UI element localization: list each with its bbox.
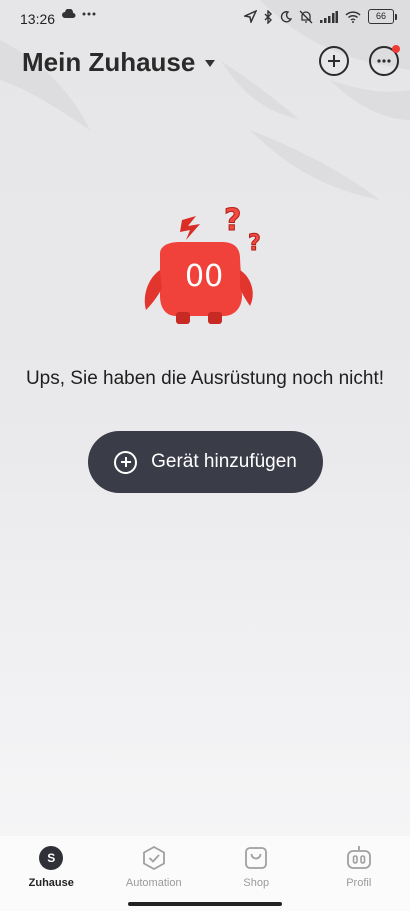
tab-zuhause[interactable]: S Zuhause: [0, 836, 103, 911]
add-device-button[interactable]: Gerät hinzufügen: [88, 431, 323, 493]
svg-text:?: ?: [248, 231, 261, 256]
status-time: 13:26: [20, 11, 56, 27]
home-selector[interactable]: Mein Zuhause: [22, 47, 216, 78]
bottom-tab-bar: S Zuhause Automation Shop Profil: [0, 836, 410, 911]
robot-face-icon: [346, 846, 371, 869]
add-device-label: Gerät hinzufügen: [151, 451, 297, 472]
status-bar: 13:26 66: [0, 0, 410, 38]
more-options-button[interactable]: [369, 45, 400, 76]
battery-indicator: 66: [368, 9, 397, 24]
illustration-eyes-text: 00: [185, 259, 223, 294]
tab-shop[interactable]: Shop: [205, 836, 308, 911]
more-notifications-icon: [82, 12, 96, 16]
moon-icon: [280, 10, 292, 22]
check-hexagon-icon: [142, 845, 165, 871]
signal-icon: [320, 10, 338, 23]
home-avatar-icon: S: [39, 846, 64, 870]
bluetooth-icon: [264, 9, 272, 24]
tab-label: Zuhause: [28, 877, 74, 889]
plus-circle-icon: [114, 450, 138, 474]
notification-dot: [392, 45, 400, 53]
page-title: Mein Zuhause: [22, 47, 196, 77]
shopping-bag-icon: [245, 847, 268, 869]
tab-profil[interactable]: Profil: [308, 836, 410, 911]
plus-icon: [328, 55, 340, 67]
muted-bell-icon: [299, 10, 313, 23]
tab-label: Profil: [346, 877, 372, 889]
location-arrow-icon: [244, 10, 257, 23]
empty-device-illustration: ? ? 00: [144, 203, 261, 324]
caret-down-icon: [205, 60, 216, 67]
cloud-icon: [62, 9, 76, 18]
svg-text:?: ?: [224, 203, 241, 238]
add-button[interactable]: [319, 46, 349, 76]
ellipsis-icon: [377, 59, 391, 63]
tab-automation[interactable]: Automation: [103, 836, 206, 911]
tab-label: Automation: [125, 877, 182, 889]
empty-state-message: Ups, Sie haben die Ausrüstung noch nicht…: [25, 368, 385, 389]
app-header: Mein Zuhause: [0, 38, 410, 86]
tab-label: Shop: [243, 877, 270, 889]
wifi-icon: [345, 10, 361, 23]
home-indicator: [128, 902, 282, 906]
